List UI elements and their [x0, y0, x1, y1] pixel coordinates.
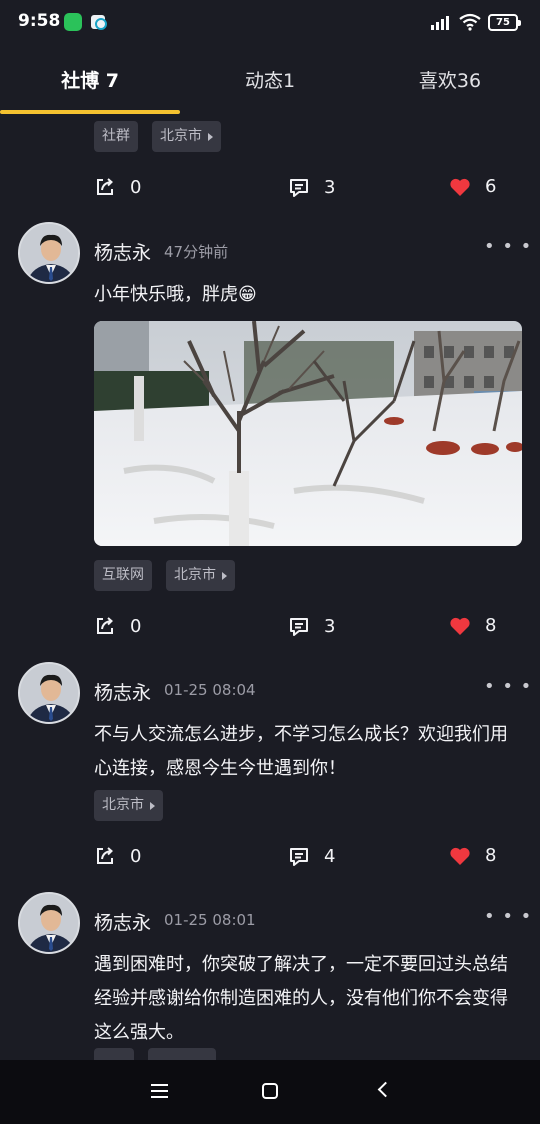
avatar[interactable]: [18, 892, 80, 954]
comment-count: 4: [324, 845, 336, 867]
author-name[interactable]: 杨志永: [94, 908, 151, 935]
post-time: 01-25 08:01: [164, 911, 256, 929]
tab-dongtai[interactable]: 动态1: [180, 66, 360, 93]
share-icon: [97, 178, 113, 195]
share-icon: [97, 847, 113, 864]
heart-icon: [450, 847, 470, 865]
post-card: 社群 北京市 0 3 6: [0, 114, 540, 214]
system-nav-bar: [0, 1060, 540, 1124]
avatar[interactable]: [18, 662, 80, 724]
post-actions: 0 3 8: [0, 615, 540, 645]
share-button[interactable]: 0: [94, 176, 141, 198]
battery-icon: 75: [488, 14, 521, 31]
more-icon[interactable]: • • •: [484, 676, 532, 697]
home-icon[interactable]: [262, 1083, 278, 1099]
more-icon[interactable]: • • •: [484, 906, 532, 927]
share-icon: [97, 617, 113, 634]
caret-right-icon: [150, 801, 155, 810]
back-icon[interactable]: [377, 1081, 394, 1098]
tab-bar: 社博 7 动态1 喜欢36: [0, 52, 540, 114]
location-chip[interactable]: 北京市: [94, 790, 163, 821]
wifi-icon: [459, 13, 481, 31]
like-button[interactable]: 8: [449, 615, 496, 636]
post-actions: 0 3 6: [0, 176, 540, 206]
post-text: 遇到困难时，你突破了解决了，一定不要回过头总结经验并感谢给你制造困难的人，没有他…: [94, 954, 508, 1043]
post-actions: 0 4 8: [0, 845, 540, 875]
tab-xihuan[interactable]: 喜欢36: [360, 66, 540, 93]
like-button[interactable]: 6: [449, 176, 496, 197]
avatar-image: [20, 664, 78, 722]
share-button[interactable]: 0: [94, 615, 141, 637]
avatar-image: [20, 894, 78, 952]
location-chip[interactable]: [148, 1048, 216, 1060]
app-notification-icon: [89, 13, 107, 31]
tab-shebo[interactable]: 社博 7: [0, 66, 180, 93]
caret-right-icon: [222, 571, 227, 580]
tag-chip[interactable]: 互联网: [94, 560, 152, 591]
status-time: 9:58: [18, 11, 61, 31]
heart-icon: [450, 617, 470, 635]
comment-count: 3: [324, 176, 336, 198]
comment-icon: [290, 618, 308, 636]
feed-list[interactable]: 社群 北京市 0 3 6 杨志永 47分钟前 • • • 小年快乐哦，胖虎😁 互…: [0, 114, 540, 1060]
comment-icon: [290, 848, 308, 866]
comment-button[interactable]: 3: [288, 176, 335, 198]
share-count: 0: [130, 845, 142, 867]
post-tags: 北京市: [94, 790, 163, 821]
post-tags: 社群 北京市: [94, 121, 221, 152]
tag-chip[interactable]: [94, 1048, 134, 1060]
like-button[interactable]: 8: [449, 845, 496, 866]
location-chip[interactable]: 北京市: [166, 560, 235, 591]
snow-trees-photo: [94, 321, 522, 546]
caret-right-icon: [208, 132, 213, 141]
comment-button[interactable]: 3: [288, 615, 335, 637]
location-chip[interactable]: 北京市: [152, 121, 221, 152]
tag-chip[interactable]: 社群: [94, 121, 138, 152]
comment-count: 3: [324, 615, 336, 637]
post-card: 杨志永 01-25 08:04 • • • 不与人交流怎么进步，不学习怎么成长？…: [0, 662, 540, 892]
post-card: 杨志永 47分钟前 • • • 小年快乐哦，胖虎😁 互联网 北京市 0 3 8: [0, 222, 540, 662]
menu-icon[interactable]: [151, 1084, 168, 1099]
post-image[interactable]: [94, 321, 522, 546]
comment-button[interactable]: 4: [288, 845, 335, 867]
like-count: 6: [485, 176, 497, 197]
heart-icon: [450, 178, 470, 196]
like-count: 8: [485, 845, 497, 866]
post-tags: 互联网 北京市: [94, 560, 235, 591]
post-text: 小年快乐哦，胖虎😁: [94, 284, 257, 305]
comment-icon: [290, 179, 308, 197]
more-icon[interactable]: • • •: [484, 236, 532, 257]
post-time: 01-25 08:04: [164, 681, 256, 699]
signal-icon: [431, 15, 453, 30]
like-count: 8: [485, 615, 497, 636]
wechat-icon: [64, 13, 82, 31]
post-card: 杨志永 01-25 08:01 • • • 遇到困难时，你突破了解决了，一定不要…: [0, 892, 540, 1060]
post-time: 47分钟前: [164, 243, 229, 261]
share-count: 0: [130, 615, 142, 637]
share-button[interactable]: 0: [94, 845, 141, 867]
author-name[interactable]: 杨志永: [94, 238, 151, 265]
post-tags: [94, 1048, 216, 1060]
status-bar: 9:58 75: [0, 0, 540, 46]
author-name[interactable]: 杨志永: [94, 678, 151, 705]
post-text: 不与人交流怎么进步，不学习怎么成长？欢迎我们用心连接，感恩今生今世遇到你！: [94, 724, 508, 779]
avatar-image: [20, 224, 78, 282]
avatar[interactable]: [18, 222, 80, 284]
share-count: 0: [130, 176, 142, 198]
